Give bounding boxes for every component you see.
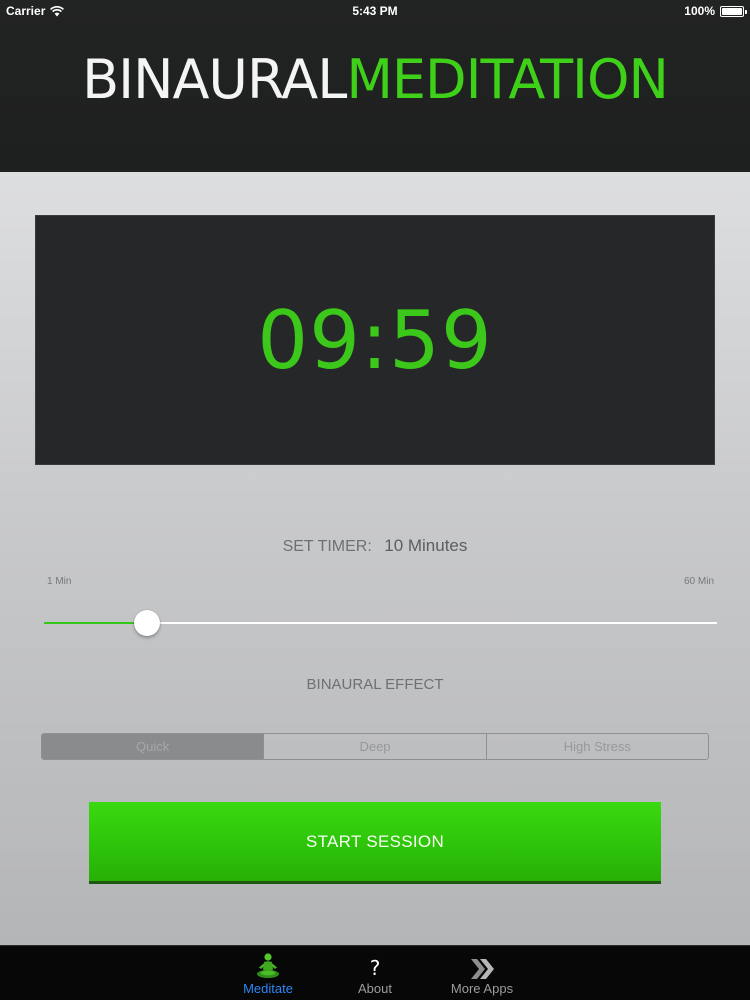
logo-text-binaural: BINAURAL	[82, 48, 347, 111]
battery-fill	[722, 7, 742, 15]
binaural-effect-label: BINAURAL EFFECT	[306, 676, 444, 693]
tab-more-apps[interactable]: More Apps	[427, 946, 537, 1000]
segment-high-stress[interactable]: High Stress	[487, 734, 708, 759]
slider-max-label: 60 Min	[683, 576, 714, 587]
battery-percent: 100%	[684, 4, 715, 18]
segment-quick[interactable]: Quick	[42, 734, 265, 759]
tab-bar: Meditate ? About More Apps	[0, 945, 750, 1000]
tab-meditate-label: Meditate	[243, 981, 293, 996]
tab-more-apps-label: More Apps	[450, 981, 514, 996]
app-logo: BINAURALMEDITATION	[0, 48, 750, 112]
slider-fill	[44, 622, 147, 624]
set-timer-value: 10 Minutes	[384, 536, 468, 555]
slider-min-label: 1 Min	[47, 576, 72, 587]
battery-icon	[720, 5, 747, 17]
tab-about[interactable]: ? About	[320, 946, 430, 1000]
countdown-text: 09:59	[257, 293, 493, 387]
tab-meditate[interactable]: Meditate	[213, 946, 323, 1000]
question-mark-icon: ?	[369, 956, 381, 980]
app-header: Carrier 5:43 PM 100% BINAURALMEDITATION	[0, 0, 750, 172]
segment-deep[interactable]: Deep	[264, 734, 487, 759]
set-timer-row: SET TIMER: 10 Minutes	[0, 536, 750, 556]
timer-slider[interactable]	[44, 610, 717, 636]
tab-about-label: About	[358, 981, 392, 996]
timer-display: 09:59	[35, 215, 715, 465]
binaural-effect-segmented-control[interactable]: Quick Deep High Stress	[41, 733, 709, 760]
main-panel: 09:59 SET TIMER: 10 Minutes 1 Min 60 Min…	[0, 172, 750, 945]
double-chevron-icon	[427, 946, 537, 980]
slider-thumb[interactable]	[133, 610, 160, 636]
set-timer-label: SET TIMER:	[282, 538, 372, 555]
logo-text-meditation: MEDITATION	[346, 48, 669, 111]
meditate-icon	[213, 946, 323, 980]
status-bar: Carrier 5:43 PM 100%	[0, 0, 750, 22]
start-session-button[interactable]: START SESSION	[89, 802, 661, 884]
status-right: 100%	[684, 4, 747, 18]
status-time: 5:43 PM	[352, 4, 398, 18]
